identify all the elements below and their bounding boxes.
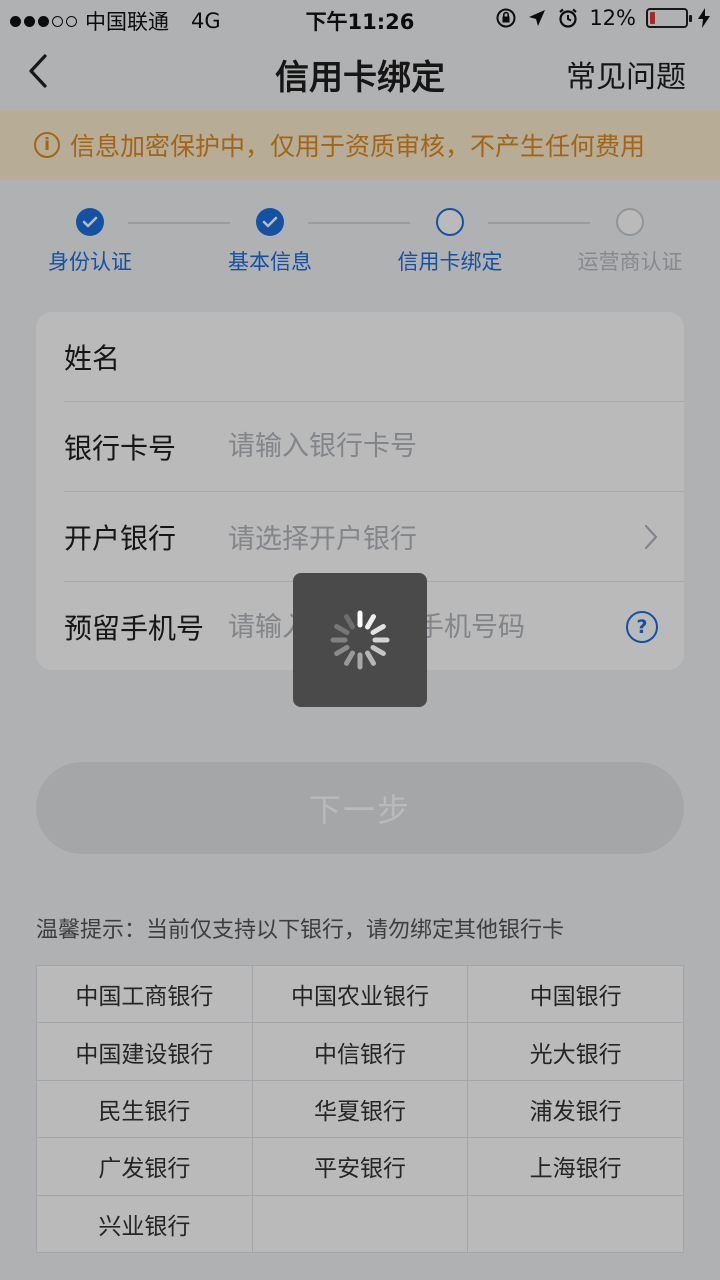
spinner-icon bbox=[330, 610, 390, 670]
loading-overlay bbox=[0, 0, 720, 1280]
loading-indicator bbox=[293, 573, 427, 707]
